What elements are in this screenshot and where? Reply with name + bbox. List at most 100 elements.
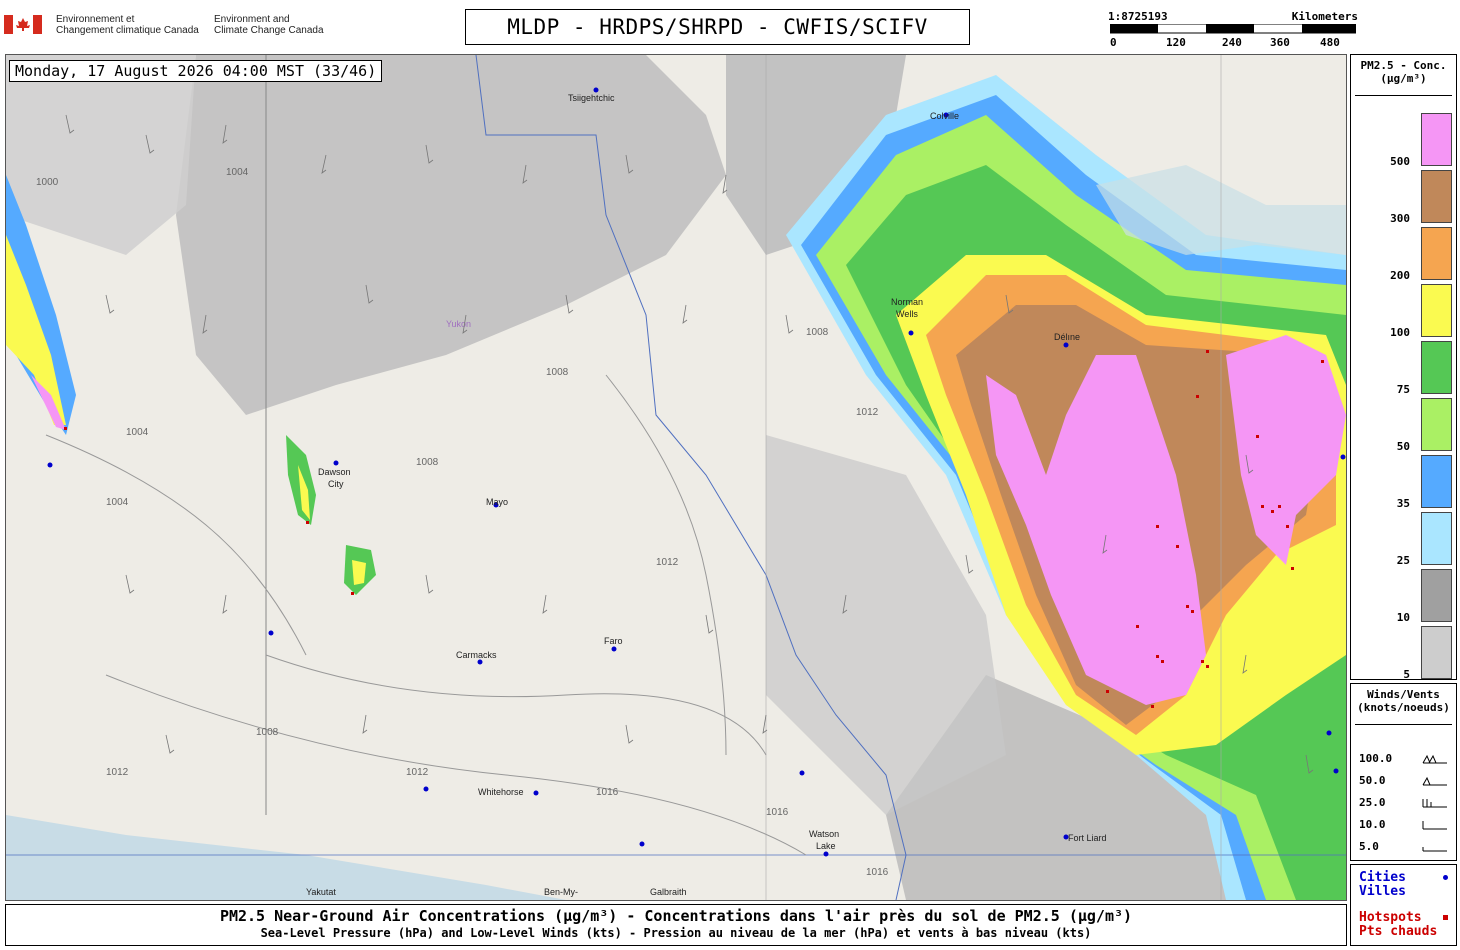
pm25-swatch (1421, 227, 1452, 280)
pm25-swatch-label: 300 (1390, 212, 1410, 225)
legend-hotspots-en: Hotspots (1359, 910, 1422, 925)
pm25-swatch-label: 500 (1390, 155, 1410, 168)
legend-hotspots-fr: Pts chauds (1359, 924, 1438, 939)
city-dot-icon (1443, 875, 1448, 880)
dept-fr-line1: Environnement et (56, 14, 135, 25)
isobar-label: 1016 (766, 807, 789, 818)
city-label: Wells (896, 309, 918, 319)
pm25-legend-unit: (µg/m³) (1380, 72, 1427, 85)
wind-legend-unit: (knots/noeuds) (1357, 701, 1450, 714)
city-label: Tsiigehtchic (568, 93, 615, 103)
isobar-label: 1012 (656, 557, 679, 568)
ocean-area (6, 815, 566, 900)
wind-speed-5: 5.0 (1359, 840, 1379, 853)
city-label: Galbraith (650, 887, 687, 897)
dept-fr-line2: Changement climatique Canada (56, 25, 199, 36)
dept-en-line1: Environment and (214, 14, 290, 25)
cities-hotspots-legend: Cities Villes Hotspots Pts chauds (1350, 864, 1457, 946)
scale-tick-480: 480 (1320, 36, 1340, 49)
city-label: Fort Liard (1068, 833, 1107, 843)
isobar-label: 1004 (106, 497, 129, 508)
pm25-swatch (1421, 284, 1452, 337)
wind-speed-50: 50.0 (1359, 774, 1386, 787)
wind-barb-icon (1422, 799, 1447, 808)
isobar-label: 1012 (406, 767, 429, 778)
wind-barb-icon (1422, 847, 1447, 852)
isobar-label: 1016 (866, 867, 889, 878)
city-label: Mayo (486, 497, 508, 507)
city-label: Faro (604, 636, 623, 646)
wind-legend-title-line1: Winds/Vents (1367, 688, 1440, 701)
scale-bar-graphic (1110, 24, 1356, 34)
pm25-legend: PM2.5 - Conc. (µg/m³) 500 300 200 100 75 50 35… (1350, 54, 1457, 681)
scale-bar: 1:8725193 Kilometers 0 120 240 360 480 (1108, 10, 1358, 52)
scale-tick-120: 120 (1166, 36, 1186, 49)
isobar-label: 1008 (256, 727, 279, 738)
pm25-swatch (1421, 455, 1452, 508)
isobar-label: 1016 (596, 787, 619, 798)
territory-label: Yukon (446, 319, 471, 329)
wind-barb-icon (1422, 776, 1447, 786)
hotspot-square-icon (1443, 915, 1448, 920)
smoke-gray-north (176, 55, 726, 415)
pm25-swatch-label: 50 (1396, 440, 1410, 453)
pm25-swatch (1421, 170, 1452, 223)
wind-speed-100: 100.0 (1359, 752, 1393, 765)
pm25-swatch (1421, 398, 1452, 451)
pm25-swatch-label: 10 (1396, 611, 1410, 624)
pm25-swatch-label: 75 (1396, 383, 1410, 396)
wind-speed-25: 25.0 (1359, 796, 1386, 809)
isobar-line (105, 674, 807, 856)
city-label: Carmacks (456, 650, 497, 660)
pm25-swatch (1421, 569, 1452, 622)
dept-en-line2: Climate Change Canada (214, 25, 324, 36)
city-label: Yakutat (306, 887, 336, 897)
plume-small-core (352, 560, 366, 585)
city-label: Norman (891, 297, 923, 307)
wind-barb-icon (1422, 821, 1447, 830)
isobar-line (45, 434, 307, 656)
scale-tick-0: 0 (1110, 36, 1117, 49)
isobar-label: 1008 (546, 367, 569, 378)
isobar-label: 1000 (36, 177, 59, 188)
city-label: Whitehorse (478, 787, 524, 797)
isobar-label: 1004 (226, 167, 249, 178)
city-label: City (328, 479, 344, 489)
wind-speed-10: 10.0 (1359, 818, 1386, 831)
canada-flag-icon (4, 15, 42, 34)
city-label: Colville (930, 111, 959, 121)
wind-barb-icon (1422, 754, 1447, 764)
isobar-label: 1008 (416, 457, 439, 468)
smoke-gray-nw (6, 55, 196, 255)
forecast-timestamp: Monday, 17 August 2026 04:00 MST (33/46) (9, 60, 383, 82)
map-canvas: 1000 1004 1004 1008 1008 1008 1012 1012 … (6, 55, 1346, 900)
pm25-swatch (1421, 512, 1452, 565)
scale-ratio: 1:8725193 (1108, 10, 1168, 23)
scale-unit: Kilometers (1291, 10, 1358, 23)
legend-cities-en: Cities (1359, 870, 1406, 885)
pm25-swatch-label: 25 (1396, 554, 1410, 567)
pm25-swatch-label: 5 (1403, 668, 1410, 681)
isobar-label: 1012 (106, 767, 129, 778)
map-caption: PM2.5 Near-Ground Air Concentrations (µg… (5, 904, 1347, 946)
legend-cities-fr: Villes (1359, 884, 1406, 899)
wind-legend-title: Winds/Vents (knots/noeuds) (1351, 688, 1456, 714)
pm25-swatch (1421, 626, 1452, 679)
city-label: Watson (809, 829, 839, 839)
caption-line2: Sea-Level Pressure (hPa) and Low-Level W… (260, 926, 1092, 940)
pm25-swatch (1421, 113, 1452, 166)
pm25-legend-title: PM2.5 - Conc. (µg/m³) (1351, 59, 1456, 85)
forecast-map[interactable]: 1000 1004 1004 1008 1008 1008 1012 1012 … (5, 54, 1347, 901)
wind-legend: Winds/Vents (knots/noeuds) 100.0 50.0 25… (1350, 683, 1457, 861)
city-label: Délıne (1054, 332, 1080, 342)
pm25-legend-title-line1: PM2.5 - Conc. (1360, 59, 1447, 72)
scale-tick-360: 360 (1270, 36, 1290, 49)
eccc-logo: Environnement et Changement climatique C… (4, 12, 334, 42)
caption-line1: PM2.5 Near-Ground Air Concentrations (µg… (219, 907, 1133, 925)
pm25-swatch-label: 35 (1396, 497, 1410, 510)
pm25-swatch-label: 200 (1390, 269, 1410, 282)
isobar-label: 1012 (856, 407, 879, 418)
pm25-swatch (1421, 341, 1452, 394)
isobar-label: 1008 (806, 327, 829, 338)
isobar-label: 1004 (126, 427, 149, 438)
